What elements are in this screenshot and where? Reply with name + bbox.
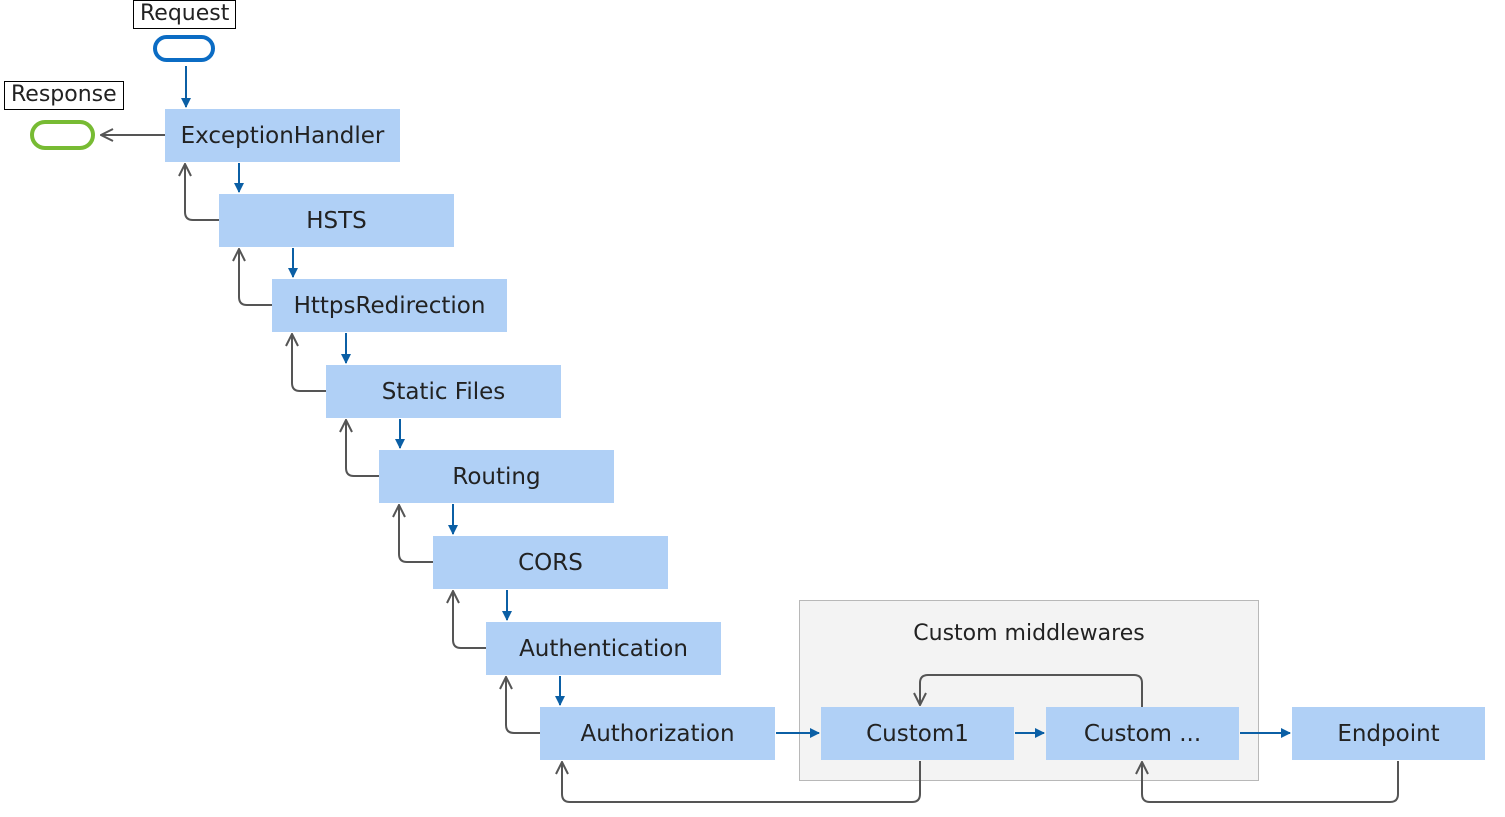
node-custom-more: Custom ...: [1046, 707, 1239, 760]
response-arrow: [562, 761, 921, 803]
response-arrow: [506, 677, 540, 734]
response-arrow: [453, 591, 486, 649]
response-arrow: [239, 249, 272, 306]
node-static-files: Static Files: [326, 365, 561, 418]
response-arrow: [920, 674, 1143, 707]
node-exception-handler: ExceptionHandler: [165, 109, 400, 162]
node-cors: CORS: [433, 536, 668, 589]
response-arrow: [1142, 761, 1399, 803]
node-hsts: HSTS: [219, 194, 454, 247]
node-authorization: Authorization: [540, 707, 775, 760]
node-custom1: Custom1: [821, 707, 1014, 760]
node-endpoint: Endpoint: [1292, 707, 1485, 760]
node-authentication: Authentication: [486, 622, 721, 675]
response-arrow: [346, 420, 379, 477]
node-routing: Routing: [379, 450, 614, 503]
node-https-redirection: HttpsRedirection: [272, 279, 507, 332]
response-arrow: [185, 164, 219, 221]
response-arrow: [399, 505, 433, 563]
response-arrow: [292, 334, 326, 392]
